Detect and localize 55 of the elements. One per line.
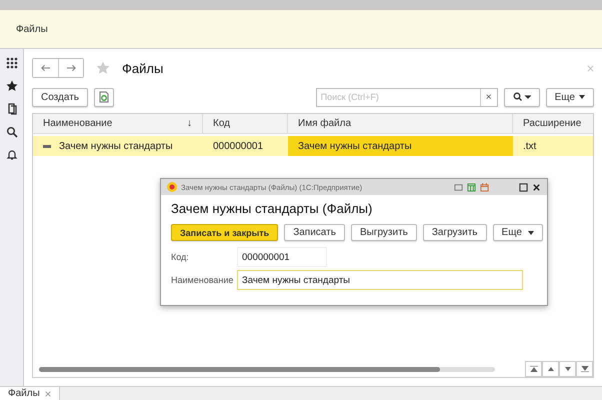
dialog-title: Зачем нужны стандарты (Файлы) [171, 201, 374, 216]
dialog-button[interactable]: Выгрузить [350, 224, 417, 241]
input-field[interactable]: 000000001 [237, 247, 327, 267]
create-button[interactable]: Создать [32, 88, 88, 106]
dialog-button[interactable]: Загрузить [422, 224, 487, 241]
search-button[interactable] [504, 88, 540, 106]
dialog-button[interactable]: Записать [284, 224, 345, 241]
section-title[interactable]: Файлы [16, 24, 48, 34]
menu-icon[interactable] [6, 57, 18, 69]
bell-icon[interactable] [6, 149, 18, 161]
dialog-button[interactable]: Еще [492, 224, 543, 241]
star-icon[interactable] [96, 61, 110, 75]
close-icon[interactable] [532, 182, 541, 192]
forward-button[interactable] [58, 59, 83, 77]
down-button[interactable] [559, 361, 576, 377]
document-icon [99, 91, 110, 103]
last-icon [580, 366, 588, 372]
input-field[interactable]: Зачем нужны стандарты [237, 270, 523, 290]
up-icon [546, 366, 554, 372]
dialog-button[interactable]: Записать и закрыть [171, 224, 278, 241]
clear-button[interactable]: × [480, 88, 497, 106]
calendar-icon[interactable] [480, 182, 489, 192]
field-label: Код: [171, 252, 190, 262]
search-field[interactable]: Поиск (Ctrl+F) × [316, 88, 498, 106]
last-button[interactable] [576, 361, 593, 377]
table-cell: Зачем нужны стандарты [33, 136, 203, 156]
search-icon[interactable] [6, 126, 18, 138]
table-row[interactable]: Зачем нужны стандарты 000000001 Зачем нужны стандарты .txt [33, 136, 593, 156]
item-icon [43, 144, 51, 148]
more-button[interactable]: Еще [546, 88, 594, 106]
search-icon [512, 92, 531, 102]
scrollbar[interactable] [39, 366, 495, 372]
table-cell-text: 000000001 [212, 140, 264, 154]
maximize-icon[interactable] [519, 182, 528, 192]
up-button[interactable] [542, 361, 559, 377]
form-title: Файлы [122, 60, 164, 76]
table-icon[interactable] [467, 182, 476, 192]
down-icon [564, 366, 572, 372]
tab[interactable]: Файлы [0, 387, 60, 400]
column-header[interactable]: Наименование ↓ [33, 114, 203, 133]
column-header[interactable]: Расширение [513, 114, 593, 133]
forward-arrow-icon [66, 64, 76, 72]
caret-icon [579, 95, 585, 99]
first-button[interactable] [525, 361, 542, 377]
documents-icon[interactable] [6, 103, 18, 115]
first-icon [530, 366, 538, 372]
table-cell: Зачем нужны стандарты [288, 136, 513, 156]
logo-icon [167, 182, 177, 192]
column-header[interactable]: Код [203, 114, 288, 133]
column-header[interactable]: Имя файла [288, 114, 513, 133]
table-cell-text: .txt [522, 140, 538, 154]
copy-button[interactable] [94, 88, 114, 106]
field-label: Наименование [171, 275, 234, 285]
star-icon[interactable] [6, 80, 18, 92]
back-arrow-icon [40, 64, 51, 72]
